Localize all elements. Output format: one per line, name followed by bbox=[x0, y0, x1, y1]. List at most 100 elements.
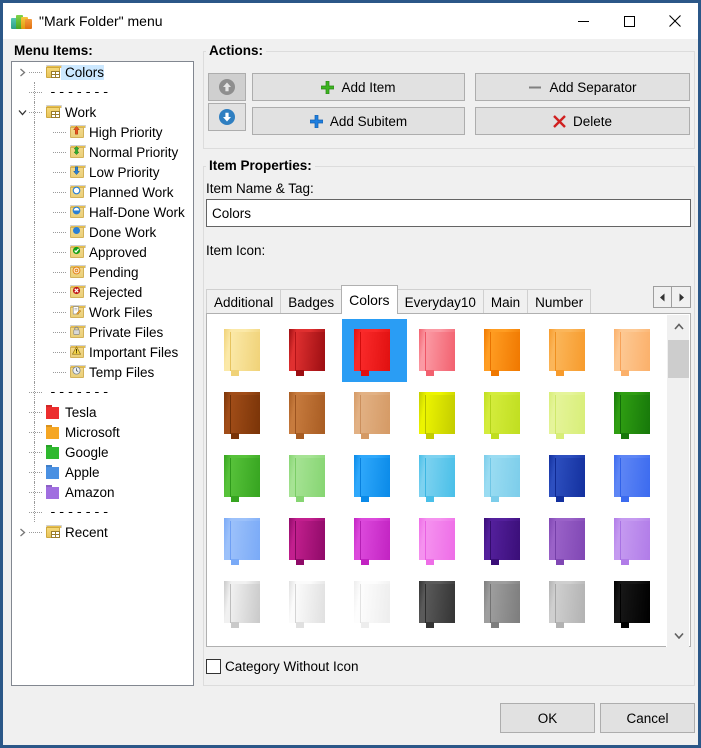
add-separator-button[interactable]: Add Separator bbox=[475, 73, 690, 101]
chevron-right-icon[interactable] bbox=[16, 62, 29, 82]
tree-item-google[interactable]: Google bbox=[12, 442, 193, 462]
tab-everyday10[interactable]: Everyday10 bbox=[396, 289, 484, 314]
icon-grid-cell[interactable] bbox=[472, 571, 537, 634]
tree-connector bbox=[53, 242, 69, 262]
tree-item-label: Work Files bbox=[89, 304, 153, 320]
menu-items-tree[interactable]: Colors ------- Work High Priority Normal Pri… bbox=[11, 61, 194, 686]
icon-grid-cell[interactable] bbox=[212, 382, 277, 445]
icon-grid-cell[interactable] bbox=[212, 508, 277, 571]
icon-grid-cell[interactable] bbox=[277, 508, 342, 571]
scroll-right-icon[interactable] bbox=[672, 286, 691, 308]
move-down-button[interactable] bbox=[208, 103, 246, 131]
tree-item-microsoft[interactable]: Microsoft bbox=[12, 422, 193, 442]
tree-item-work-files[interactable]: Work Files bbox=[12, 302, 193, 322]
icon-grid-cell[interactable] bbox=[407, 508, 472, 571]
tree-item-approved[interactable]: Approved bbox=[12, 242, 193, 262]
tree-item-[interactable]: ------- bbox=[12, 382, 193, 402]
item-name-input[interactable] bbox=[206, 199, 691, 227]
icon-grid-scrollbar[interactable] bbox=[666, 315, 689, 647]
icon-grid-cell[interactable] bbox=[472, 508, 537, 571]
maximize-icon[interactable] bbox=[606, 3, 652, 39]
tree-item-low-priority[interactable]: Low Priority bbox=[12, 162, 193, 182]
icon-grid-cell[interactable] bbox=[602, 382, 667, 445]
icon-grid-cell[interactable] bbox=[407, 319, 472, 382]
icon-grid-cell[interactable] bbox=[277, 571, 342, 634]
add-subitem-button[interactable]: Add Subitem bbox=[252, 107, 465, 135]
tree-item-work[interactable]: Work bbox=[12, 102, 193, 122]
checkbox-box[interactable] bbox=[206, 659, 221, 674]
lock-icon bbox=[69, 325, 86, 339]
tab-additional[interactable]: Additional bbox=[206, 289, 282, 314]
icon-grid-cell[interactable] bbox=[472, 319, 537, 382]
tree-item-apple[interactable]: Apple bbox=[12, 462, 193, 482]
tab-main[interactable]: Main bbox=[482, 289, 529, 314]
icon-grid-cell[interactable] bbox=[602, 571, 667, 634]
tree-item-[interactable]: ------- bbox=[12, 82, 193, 102]
icon-category-tabs[interactable]: Additional Badges Colors Everyday10 Main Numb… bbox=[206, 285, 691, 314]
icon-grid-cell[interactable] bbox=[342, 571, 407, 634]
icon-grid-cell[interactable] bbox=[602, 445, 667, 508]
icon-grid-cell[interactable] bbox=[407, 571, 472, 634]
scroll-down-icon[interactable] bbox=[667, 624, 690, 647]
scrollbar-thumb[interactable] bbox=[668, 340, 689, 378]
tab-label: Number bbox=[535, 294, 584, 310]
icon-grid-cell[interactable] bbox=[342, 319, 407, 382]
minimize-icon[interactable] bbox=[560, 3, 606, 39]
tree-item-tesla[interactable]: Tesla bbox=[12, 402, 193, 422]
tree-item-colors[interactable]: Colors bbox=[12, 62, 193, 82]
tree-item-rejected[interactable]: Rejected bbox=[12, 282, 193, 302]
tree-item-important-files[interactable]: Important Files bbox=[12, 342, 193, 362]
tree-item-high-priority[interactable]: High Priority bbox=[12, 122, 193, 142]
folder-color-icon bbox=[483, 516, 526, 565]
tree-item-planned-work[interactable]: Planned Work bbox=[12, 182, 193, 202]
icon-grid-cell[interactable] bbox=[537, 571, 602, 634]
tab-badges[interactable]: Badges bbox=[280, 289, 343, 314]
tab-colors[interactable]: Colors bbox=[341, 285, 398, 314]
window-controls bbox=[560, 3, 698, 39]
icon-grid-cell[interactable] bbox=[277, 382, 342, 445]
delete-button[interactable]: Delete bbox=[475, 107, 690, 135]
icon-grid-cell[interactable] bbox=[537, 382, 602, 445]
move-up-button[interactable] bbox=[208, 73, 246, 101]
cancel-button[interactable]: Cancel bbox=[600, 703, 695, 733]
tree-item-recent[interactable]: Recent bbox=[12, 522, 193, 542]
icon-grid-cell[interactable] bbox=[342, 382, 407, 445]
icon-grid-cell[interactable] bbox=[212, 445, 277, 508]
icon-grid-cell[interactable] bbox=[537, 445, 602, 508]
icon-grid-cell[interactable] bbox=[342, 445, 407, 508]
tree-item-label: Google bbox=[65, 444, 109, 460]
icon-grid-cell[interactable] bbox=[537, 319, 602, 382]
icon-grid-cell[interactable] bbox=[212, 319, 277, 382]
icon-grid-cell[interactable] bbox=[472, 382, 537, 445]
icon-grid-viewport[interactable] bbox=[208, 315, 667, 647]
tree-item-normal-priority[interactable]: Normal Priority bbox=[12, 142, 193, 162]
icon-grid-cell[interactable] bbox=[212, 571, 277, 634]
icon-grid-cell[interactable] bbox=[602, 319, 667, 382]
folder-category-icon bbox=[45, 65, 62, 79]
tree-item-pending[interactable]: Pending bbox=[12, 262, 193, 282]
icon-grid-cell[interactable] bbox=[472, 445, 537, 508]
close-icon[interactable] bbox=[652, 3, 698, 39]
tab-number[interactable]: Number bbox=[527, 289, 592, 314]
tree-item-amazon[interactable]: Amazon bbox=[12, 482, 193, 502]
tree-item-half-done-work[interactable]: Half-Done Work bbox=[12, 202, 193, 222]
chevron-down-icon[interactable] bbox=[16, 102, 29, 122]
category-without-icon-checkbox[interactable]: Category Without Icon bbox=[206, 659, 359, 674]
icon-grid-cell[interactable] bbox=[537, 508, 602, 571]
icon-grid-cell[interactable] bbox=[407, 382, 472, 445]
tree-item-[interactable]: ------- bbox=[12, 502, 193, 522]
icon-grid-cell[interactable] bbox=[602, 508, 667, 571]
chevron-right-icon[interactable] bbox=[16, 522, 29, 542]
tree-item-private-files[interactable]: Private Files bbox=[12, 322, 193, 342]
scroll-left-icon[interactable] bbox=[653, 286, 672, 308]
clock-icon bbox=[69, 365, 86, 379]
ok-button[interactable]: OK bbox=[500, 703, 595, 733]
tree-item-done-work[interactable]: Done Work bbox=[12, 222, 193, 242]
scroll-up-icon[interactable] bbox=[667, 315, 690, 338]
icon-grid-cell[interactable] bbox=[277, 319, 342, 382]
icon-grid-cell[interactable] bbox=[407, 445, 472, 508]
tree-item-temp-files[interactable]: Temp Files bbox=[12, 362, 193, 382]
icon-grid-cell[interactable] bbox=[342, 508, 407, 571]
icon-grid-cell[interactable] bbox=[277, 445, 342, 508]
add-item-button[interactable]: Add Item bbox=[252, 73, 465, 101]
